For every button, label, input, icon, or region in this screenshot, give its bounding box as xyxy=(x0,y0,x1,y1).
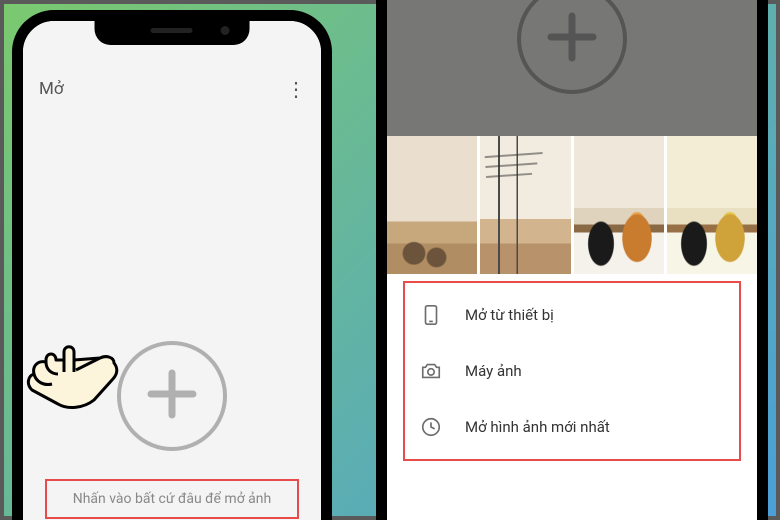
add-image-button-dimmed xyxy=(517,0,627,94)
open-from-device-option[interactable]: Mở từ thiết bị xyxy=(405,287,739,343)
hint-highlight-box: Nhấn vào bất cứ đâu để mở ảnh xyxy=(45,479,299,519)
photo-thumbnail[interactable] xyxy=(480,136,570,274)
smartphone-icon xyxy=(419,303,443,327)
pointing-hand-icon xyxy=(12,330,122,424)
clock-icon xyxy=(419,415,443,439)
hint-text: Nhấn vào bất cứ đâu để mở ảnh xyxy=(73,491,272,507)
recent-photos-strip xyxy=(387,136,757,274)
menu-item-label: Mở từ thiết bị xyxy=(465,306,554,324)
photo-thumbnail[interactable] xyxy=(667,136,757,274)
menu-item-label: Máy ảnh xyxy=(465,362,522,380)
camera-icon xyxy=(419,359,443,383)
phone-left: Mở ⋮ Nhấn vào bất cứ đâu để mở ảnh xyxy=(12,10,332,520)
source-menu-highlight-box: Mở từ thiết bị Máy ảnh M xyxy=(403,281,741,461)
phone-right: Mở từ thiết bị Máy ảnh M xyxy=(376,0,768,520)
plus-icon xyxy=(544,9,600,69)
photo-thumbnail[interactable] xyxy=(387,136,477,274)
photo-thumbnail[interactable] xyxy=(574,136,664,274)
add-image-button[interactable] xyxy=(117,341,227,451)
open-image-screen[interactable]: Mở ⋮ Nhấn vào bất cứ đâu để mở ảnh xyxy=(23,21,321,520)
phone-notch xyxy=(95,19,250,45)
more-vertical-icon[interactable]: ⋮ xyxy=(286,83,305,95)
header-bar: Mở ⋮ xyxy=(23,65,321,113)
open-latest-image-option[interactable]: Mở hình ảnh mới nhất xyxy=(405,399,739,455)
menu-item-label: Mở hình ảnh mới nhất xyxy=(465,418,610,436)
page-title: Mở xyxy=(39,79,64,99)
image-picker-screen: Mở từ thiết bị Máy ảnh M xyxy=(387,0,757,520)
plus-icon xyxy=(144,366,200,426)
camera-option[interactable]: Máy ảnh xyxy=(405,343,739,399)
dimmed-background[interactable] xyxy=(387,0,757,136)
